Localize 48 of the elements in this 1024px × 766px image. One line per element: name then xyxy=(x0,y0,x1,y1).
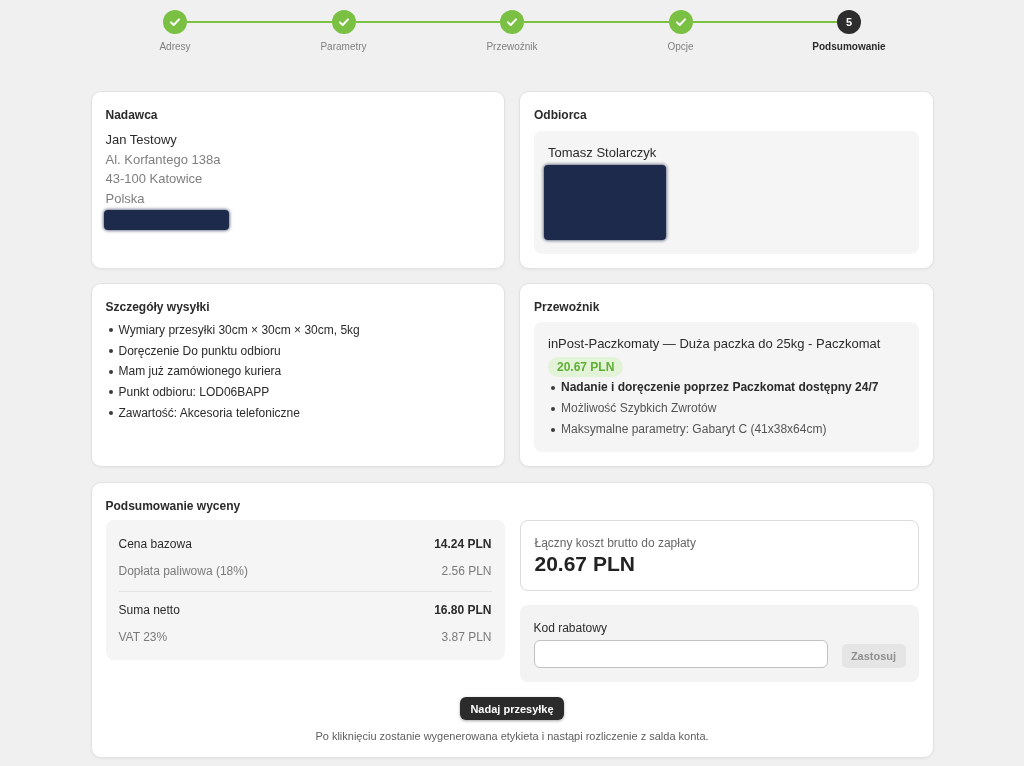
detail-item: Zawartość: Akcesoria telefoniczne xyxy=(118,404,300,422)
bullet-icon xyxy=(551,427,555,432)
bullet-icon xyxy=(551,406,555,411)
step-label: Opcje xyxy=(667,41,694,53)
price-value: 14.24 PLN xyxy=(434,536,492,551)
feature-item: Możliwość Szybkich Zwrotów xyxy=(561,400,717,417)
step-label: Parametry xyxy=(320,41,367,53)
total-label: Łączny koszt brutto do zapłaty xyxy=(534,536,696,550)
sender-name: Jan Testowy xyxy=(105,131,177,149)
address-line: Al. Korfantego 138a xyxy=(105,150,221,169)
bullet-icon xyxy=(108,328,113,333)
price-label: Cena bazowa xyxy=(118,536,192,551)
recipient-name: Tomasz Stolarczyk xyxy=(548,144,657,162)
price-label: Suma netto xyxy=(118,602,180,617)
detail-item: Mam już zamówionego kuriera xyxy=(118,363,282,381)
card-title: Przewoźnik xyxy=(534,300,600,314)
bullet-icon xyxy=(108,349,113,354)
bullet-icon xyxy=(551,385,555,390)
carrier-service: inPost-Paczkomaty — Duża paczka do 25kg - Paczkomat xyxy=(548,335,881,353)
card-title: Szczegóły wysyłki xyxy=(105,300,210,314)
bullet-icon xyxy=(108,411,113,416)
info-note: Po kliknięciu zostanie wygenerowana etykieta i nastąpi rozliczenie z salda konta. xyxy=(315,730,709,743)
bullet-icon xyxy=(108,369,113,374)
price-value: 2.56 PLN xyxy=(441,563,492,578)
bullet-icon xyxy=(108,390,113,395)
step-label: Podsumowanie xyxy=(812,41,886,53)
card-title: Podsumowanie wyceny xyxy=(105,499,241,513)
discount-label: Kod rabatowy xyxy=(533,621,607,635)
address-line: Polska xyxy=(105,189,145,208)
total-amount: 20.67 PLN xyxy=(534,552,635,576)
price-badge: 20.67 PLN xyxy=(548,357,624,377)
price-value: 3.87 PLN xyxy=(441,629,492,644)
submit-button[interactable]: Nadaj przesyłkę xyxy=(460,697,564,720)
price-label: Dopłata paliwowa (18%) xyxy=(118,563,248,578)
step-number: 5 xyxy=(837,10,861,34)
detail-item: Punkt odbioru: LOD06BAPP xyxy=(118,384,270,402)
price-value: 16.80 PLN xyxy=(434,602,492,617)
step-label: Adresy xyxy=(159,41,191,53)
discount-code-field[interactable] xyxy=(533,640,828,668)
address-line: 43-100 Katowice xyxy=(105,170,203,188)
detail-item: Wymiary przesyłki 30cm × 30cm × 30cm, 5kg xyxy=(118,322,360,339)
card-title: Odbiorca xyxy=(534,108,587,122)
card-title: Nadawca xyxy=(105,108,158,122)
feature-item: Nadanie i doręczenie poprzez Paczkomat dostępny 24/7 xyxy=(561,379,879,396)
detail-item: Doręczenie Do punktu odbioru xyxy=(118,342,281,360)
feature-item: Maksymalne parametry: Gabaryt C (41x38x64cm) xyxy=(561,421,827,438)
step-label: Przewoźnik xyxy=(486,41,538,53)
price-label: VAT 23% xyxy=(118,629,168,644)
